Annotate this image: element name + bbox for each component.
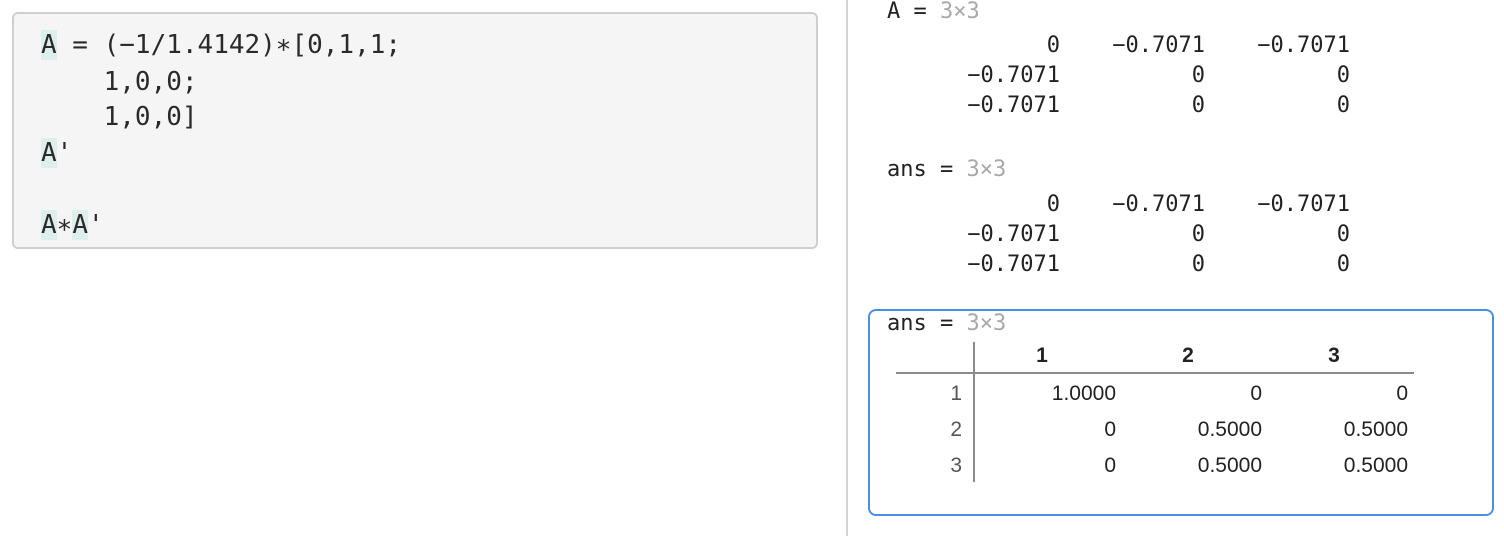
output-header-1: A = 3×3: [887, 0, 980, 27]
output-size: 3×3: [966, 311, 1007, 336]
matrix-cell: 0: [1046, 33, 1060, 58]
matrix-cell: 0: [1336, 252, 1350, 277]
table-cell[interactable]: 0.5000: [1268, 415, 1408, 445]
matrix-cell: −0.7071: [967, 252, 1060, 277]
matrix-cell: −0.7071: [1257, 33, 1350, 58]
matrix-cell: −0.7071: [1257, 192, 1350, 217]
row-header-divider: [973, 342, 975, 482]
table-cell[interactable]: 0: [976, 451, 1116, 481]
code-text: ': [56, 138, 73, 168]
variable-highlight: A: [41, 138, 57, 168]
output-var-name: ans: [887, 157, 927, 182]
row-header[interactable]: 3: [900, 451, 962, 481]
code-line-1[interactable]: A = (−1/1.4142)∗[0,1,1;: [41, 28, 401, 62]
matrix-cell: 0: [1336, 63, 1350, 88]
matrix-cell: 0: [1046, 192, 1060, 217]
matrix-cell: −0.7071: [967, 63, 1060, 88]
table-cell[interactable]: 0.5000: [1122, 415, 1262, 445]
row-header[interactable]: 2: [900, 415, 962, 445]
matrix-cell: 0: [1191, 93, 1205, 118]
output-var-name: A: [887, 0, 901, 24]
pane-divider[interactable]: [846, 0, 848, 536]
code-text: ∗: [56, 210, 73, 240]
matrix-cell: −0.7071: [967, 93, 1060, 118]
output-equals: =: [926, 157, 967, 182]
matrix-cell: 0: [1336, 222, 1350, 247]
code-line-6[interactable]: A∗A': [41, 208, 104, 242]
output-size: 3×3: [966, 157, 1007, 182]
code-text: 1,0,0]: [41, 102, 198, 132]
table-cell[interactable]: 0.5000: [1122, 451, 1262, 481]
matrix-cell: 0: [1191, 222, 1205, 247]
code-text: = (−1/1.4142)∗[0,1,1;: [56, 30, 402, 60]
table-cell[interactable]: 0: [976, 415, 1116, 445]
table-cell[interactable]: 0.5000: [1268, 451, 1408, 481]
output-equals: =: [926, 311, 967, 336]
row-header[interactable]: 1: [900, 379, 962, 409]
variable-highlight: A: [72, 210, 88, 240]
code-editor-cell[interactable]: A = (−1/1.4142)∗[0,1,1; 1,0,0; 1,0,0] A'…: [12, 12, 818, 249]
column-header[interactable]: 3: [1294, 341, 1374, 371]
code-text: 1,0,0;: [41, 67, 198, 97]
output-equals: =: [900, 0, 940, 24]
code-line-4[interactable]: A': [41, 136, 72, 170]
output-var-name: ans: [887, 311, 927, 336]
output-size: 3×3: [940, 0, 980, 24]
output-header-2: ans = 3×3: [887, 155, 1006, 185]
code-text: ': [87, 210, 104, 240]
table-cell[interactable]: 1.0000: [976, 379, 1116, 409]
code-line-3[interactable]: 1,0,0]: [41, 100, 198, 134]
matrix-cell: −0.7071: [1112, 33, 1205, 58]
column-header[interactable]: 2: [1148, 341, 1228, 371]
table-cell[interactable]: 0: [1268, 379, 1408, 409]
matrix-cell: −0.7071: [967, 222, 1060, 247]
table-cell[interactable]: 0: [1122, 379, 1262, 409]
variable-highlight: A: [41, 210, 57, 240]
output-header-3: ans = 3×3: [887, 309, 1006, 339]
matrix-cell: 0: [1191, 63, 1205, 88]
variable-highlight: A: [41, 30, 57, 60]
matrix-cell: 0: [1191, 252, 1205, 277]
matrix-cell: −0.7071: [1112, 192, 1205, 217]
code-line-2[interactable]: 1,0,0;: [41, 65, 198, 99]
matrix-cell: 0: [1336, 93, 1350, 118]
column-header[interactable]: 1: [1002, 341, 1082, 371]
